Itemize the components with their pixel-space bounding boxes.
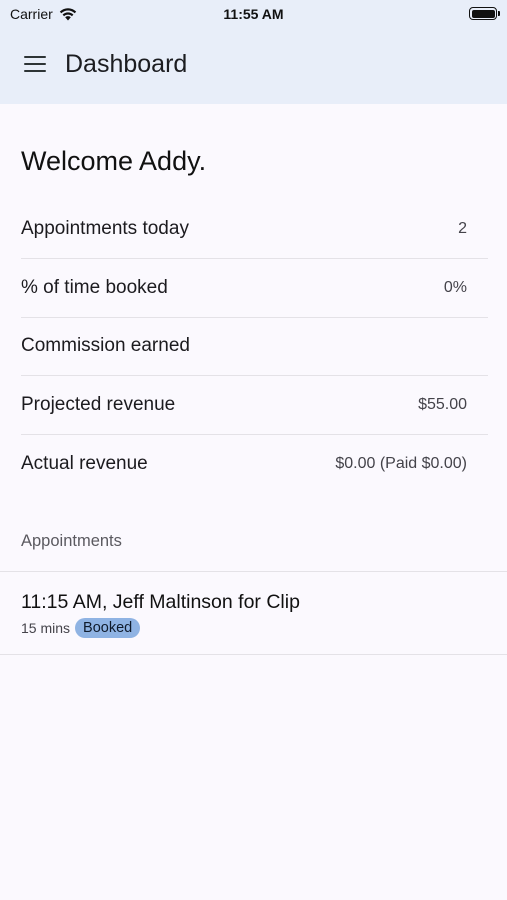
stat-row-appointments-today: Appointments today 2 xyxy=(21,200,488,259)
stat-value: $55.00 xyxy=(418,396,467,414)
stat-row-commission-earned: Commission earned xyxy=(21,318,488,377)
status-bar: Carrier 11:55 AM xyxy=(0,0,507,28)
stats-list: Appointments today 2 % of time booked 0%… xyxy=(21,200,488,494)
stat-label: Appointments today xyxy=(21,217,189,239)
appointment-meta: 15 mins Booked xyxy=(21,618,486,638)
appointments-section-header: Appointments xyxy=(21,532,122,550)
menu-button[interactable] xyxy=(11,40,59,88)
stat-row-time-booked: % of time booked 0% xyxy=(21,259,488,318)
stat-label: Actual revenue xyxy=(21,453,148,475)
app-bar: Dashboard xyxy=(0,40,507,88)
appointments-list: 11:15 AM, Jeff Maltinson for Clip 15 min… xyxy=(0,571,507,655)
stat-label: Projected revenue xyxy=(21,394,176,416)
status-badge: Booked xyxy=(75,618,141,638)
status-time: 11:55 AM xyxy=(223,6,284,22)
stat-row-actual-revenue: Actual revenue $0.00 (Paid $0.00) xyxy=(21,435,488,494)
appointment-list-item[interactable]: 11:15 AM, Jeff Maltinson for Clip 15 min… xyxy=(0,572,507,655)
stat-value: 2 xyxy=(458,219,467,237)
hamburger-menu-icon xyxy=(24,56,46,72)
stat-label: % of time booked xyxy=(21,276,168,298)
top-app-area: Carrier 11:55 AM Dashboard xyxy=(0,0,507,104)
stat-label: Commission earned xyxy=(21,335,190,357)
welcome-heading: Welcome Addy. xyxy=(21,146,207,176)
appointment-duration: 15 mins xyxy=(21,620,71,636)
appointment-title: 11:15 AM, Jeff Maltinson for Clip xyxy=(21,591,300,613)
battery-icon xyxy=(469,7,500,20)
stat-value: $0.00 (Paid $0.00) xyxy=(335,455,467,473)
stat-value: 0% xyxy=(443,278,467,296)
stat-row-projected-revenue: Projected revenue $55.00 xyxy=(21,376,488,435)
page-title: Dashboard xyxy=(65,49,188,78)
